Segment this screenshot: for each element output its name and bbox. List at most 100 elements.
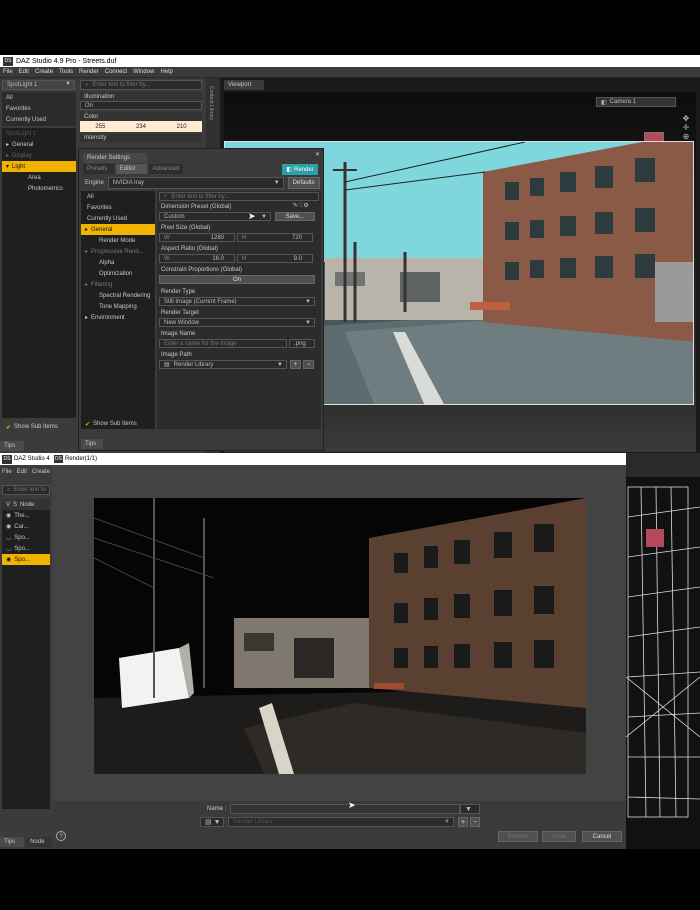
rs-category-currently-used[interactable]: Currently Used: [81, 213, 155, 224]
remove-path-button[interactable]: −: [303, 360, 314, 369]
tips-tab[interactable]: Tips: [0, 441, 24, 451]
category-all[interactable]: All: [2, 92, 76, 103]
menu-file[interactable]: File: [2, 469, 12, 479]
tab-editor[interactable]: Editor: [115, 164, 147, 174]
aspect-height-field[interactable]: H 9.0: [237, 254, 313, 263]
menu-file[interactable]: File: [3, 69, 13, 75]
eye-icon: ◉: [6, 524, 12, 530]
constrain-toggle[interactable]: On: [159, 275, 315, 284]
tree-light[interactable]: ▾ Light: [2, 161, 76, 172]
orbit-icon[interactable]: ✥: [680, 114, 692, 123]
parameter-search-input[interactable]: ⌕ Enter text to filter by...: [80, 80, 202, 90]
rs-category-alpha[interactable]: Alpha: [81, 257, 155, 268]
node-selector[interactable]: SpotLight 1 ▼: [2, 80, 75, 90]
viewport-tab[interactable]: Viewport: [224, 80, 264, 90]
pixel-size-label: Pixel Size (Global): [161, 225, 211, 231]
expand-icon: ▸: [6, 153, 10, 159]
menu-create[interactable]: Create: [35, 69, 53, 75]
category-favorites[interactable]: Favorites: [2, 103, 76, 114]
search-icon: ⌕: [85, 81, 89, 88]
defaults-button[interactable]: Defaults: [287, 176, 320, 189]
render-name-input[interactable]: [230, 804, 460, 814]
image-name-input[interactable]: Enter a name for the image: [159, 339, 287, 348]
show-sub-items-checkbox[interactable]: ✔ Show Sub Items: [2, 422, 76, 432]
restore-button[interactable]: Restore: [498, 831, 538, 842]
tab-tips[interactable]: Tips: [0, 837, 25, 847]
pan-icon[interactable]: ✛: [680, 123, 692, 132]
menu-window[interactable]: Window: [133, 69, 154, 75]
tree-display[interactable]: ▸ Display: [2, 150, 76, 161]
menu-render[interactable]: Render: [79, 69, 99, 75]
content-library-tab[interactable]: Content Library: [208, 86, 214, 120]
render-path-select[interactable]: Render Library ▼: [228, 817, 454, 827]
rs-category-optimization[interactable]: Optimization: [81, 268, 155, 279]
scene-item[interactable]: ◉ The...: [2, 510, 50, 521]
menu-connect[interactable]: Connect: [105, 69, 127, 75]
rs-category-progressive[interactable]: ▸ Progressive Rend...: [81, 246, 155, 257]
rs-category-environment[interactable]: ▸ Environment: [81, 312, 155, 323]
scene-list: V S Node ◉ The... ◉ Car... ◡ Spo... ◡ Sp…: [2, 499, 50, 809]
category-currently-used[interactable]: Currently Used: [2, 114, 76, 125]
add-path-button[interactable]: +: [458, 817, 468, 827]
tree-area[interactable]: Area: [2, 172, 76, 183]
scene-item[interactable]: ◉ Spo...: [2, 554, 50, 565]
tab-node[interactable]: Node: [26, 837, 52, 847]
chevron-down-icon: ▼: [277, 361, 283, 368]
render-type-select[interactable]: Still Image (Current Frame) ▼: [159, 297, 315, 306]
rs-category-favorites[interactable]: Favorites: [81, 202, 155, 213]
remove-path-button[interactable]: −: [470, 817, 480, 827]
render-name-dropdown[interactable]: ▼: [460, 804, 480, 814]
expand-icon: ▸: [6, 142, 10, 148]
render-button[interactable]: ◧ Render: [282, 164, 318, 175]
render-footer: Name : ▼ ▤ ▼ Render Library ▼ + − ? Rest…: [52, 801, 626, 849]
add-path-button[interactable]: +: [290, 360, 301, 369]
rs-filter-input[interactable]: ⌕ Enter text to filter by...: [159, 192, 319, 201]
pixel-height-field[interactable]: H 720: [237, 233, 313, 242]
image-path-select[interactable]: ▤ Render Library ▼: [159, 360, 287, 369]
scene-item[interactable]: ◉ Car...: [2, 521, 50, 532]
tree-photometrics[interactable]: Photometrics: [2, 183, 76, 194]
tree-root[interactable]: SpotLight 1: [2, 128, 76, 139]
rs-category-tone-mapping[interactable]: Tone Mapping: [81, 301, 155, 312]
menu-edit[interactable]: Edit: [19, 69, 29, 75]
rs-category-spectral[interactable]: Spectral Rendering: [81, 290, 155, 301]
rs-category-render-mode[interactable]: Render Mode: [81, 235, 155, 246]
cancel-button[interactable]: Cancel: [582, 831, 622, 842]
tab-presets[interactable]: Presets: [83, 164, 114, 174]
tab-advanced[interactable]: Advanced: [148, 164, 184, 174]
illumination-select[interactable]: On: [80, 101, 202, 110]
camera-selector[interactable]: ◧ Camera 1: [596, 97, 676, 107]
render-settings-tab[interactable]: Render Settings: [83, 153, 147, 163]
engine-select[interactable]: NVIDIA Iray ▼: [107, 176, 284, 189]
menu-edit[interactable]: Edit: [17, 469, 27, 479]
color-field[interactable]: 255 234 210: [80, 121, 202, 132]
render-target-select[interactable]: New Window ▼: [159, 318, 315, 327]
preset-tools-icons[interactable]: ✎♡⚙: [293, 202, 309, 209]
menu-create[interactable]: Create: [32, 469, 50, 479]
scene-item[interactable]: ◡ Spo...: [2, 543, 50, 554]
close-icon[interactable]: ✕: [315, 151, 320, 158]
rs-category-filtering[interactable]: ▸ Filtering: [81, 279, 155, 290]
scene-search-input[interactable]: ⌕ Enter text to: [2, 485, 50, 495]
image-extension-select[interactable]: .png: [289, 339, 315, 348]
chevron-down-icon: ▼: [305, 319, 311, 326]
save-preset-button[interactable]: Save...: [275, 212, 315, 221]
rs-tips-tab[interactable]: Tips: [81, 439, 103, 449]
rs-show-sub-items-checkbox[interactable]: ✔ Show Sub Items: [81, 419, 155, 429]
menu-help[interactable]: Help: [160, 69, 172, 75]
menu-tools[interactable]: Tools: [59, 69, 73, 75]
search-icon: ⌕: [164, 193, 168, 199]
render-format-select[interactable]: ▤ ▼: [200, 817, 224, 827]
rs-category-general[interactable]: ▸ General: [81, 224, 155, 235]
zoom-icon[interactable]: ⊕: [680, 132, 692, 141]
scene-item[interactable]: ◡ Spo...: [2, 532, 50, 543]
expand-icon: ▸: [85, 282, 89, 288]
tree-light-label: Light: [12, 163, 26, 170]
save-button[interactable]: Save: [542, 831, 576, 842]
help-icon[interactable]: ?: [56, 831, 66, 841]
render-icon: ◧: [286, 167, 292, 173]
pixel-width-field[interactable]: W 1280: [159, 233, 235, 242]
rs-category-all[interactable]: All: [81, 191, 155, 202]
tree-general[interactable]: ▸ General: [2, 139, 76, 150]
aspect-width-field[interactable]: W 16.0: [159, 254, 235, 263]
